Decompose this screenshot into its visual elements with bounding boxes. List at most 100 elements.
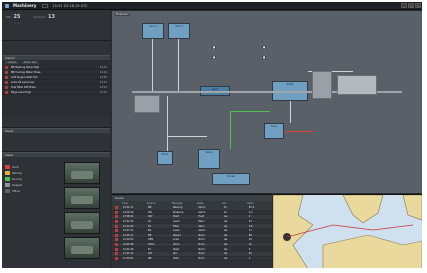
event-cell: Norm [198,247,205,251]
event-cell: 0 [248,247,251,251]
alarm-flow-line [284,131,314,132]
alarm-panel: Alarms Active Alarm List ME Bearing Temp… [2,55,110,117]
column-header[interactable]: Value [247,202,272,205]
alarm-indicator [5,90,8,94]
generator-2-box[interactable]: Gen 2 [168,23,190,39]
event-cell: 34 [248,220,252,224]
event-cell: Yes [223,229,228,233]
status-tag: ■ [262,46,267,49]
event-cell: 13:58:02 [122,215,134,219]
box-label: Cooler [226,175,236,178]
status-tag: ■ [212,46,217,49]
reduction-gear-block[interactable] [312,71,332,99]
legend-swatch [5,165,10,169]
running-flow-line [230,111,270,112]
workspace-dropdown[interactable] [42,3,49,8]
alarm-indicator [5,85,8,89]
main-engine-block[interactable] [134,95,160,113]
nautical-chart[interactable] [273,194,422,268]
views-pane: Views Alarm Warning Running Stopped Offl… [2,151,110,268]
alarm-text: Bilge Level High [11,90,32,94]
alarm-text: Lube Oil Level Low [11,80,35,84]
cooler-box[interactable]: Cooler [212,173,250,185]
tab-alarm-list[interactable]: Alarm List [20,61,40,64]
generator-1-box[interactable]: Gen 1 [142,23,164,39]
legend-label: Stopped [12,183,22,187]
event-cell: Temp [173,243,180,247]
camera-thumbnail[interactable] [64,187,100,209]
status-tag: ■ [262,56,267,59]
event-cell: Yes [223,247,228,251]
views-pane-header: Views [2,152,110,157]
event-cell: 13:12:09 [122,224,134,228]
land-mass-north [342,195,384,224]
event-cell: ST [147,247,151,251]
pump-box[interactable]: Pump [157,151,173,165]
event-state-indicator [115,247,118,251]
readout-label: Coolant [33,14,45,19]
app-title: Machinery [13,3,37,8]
event-cell: 13:41:55 [122,220,134,224]
alarm-indicator [5,75,8,79]
event-log-panel: Events Time Source Message State Ack Val… [112,194,272,268]
alarm-header-label: Alarms [5,56,15,60]
event-cell: Norm [198,252,205,256]
aft-engine-block[interactable] [337,75,377,95]
event-state-indicator [115,210,118,214]
box-label: Gen 2 [175,25,183,28]
diagram-title: Propulsion [115,13,130,16]
event-cell: LO [147,220,152,224]
tab-active-alarms[interactable]: Active [5,61,19,64]
camera-thumbnail[interactable] [64,162,100,184]
event-cell: 1.2 [248,210,253,214]
tank-box[interactable]: Tank [264,123,284,139]
camera-thumbnail[interactable] [64,212,100,234]
minimize-button[interactable]: _ [401,3,407,8]
camera-thumbnail[interactable] [64,237,100,259]
alarm-indicator [5,65,8,69]
close-button[interactable]: × [415,3,421,8]
event-cell: CW [147,210,152,214]
event-state-indicator [115,220,118,224]
event-cell: Yes [223,238,228,242]
event-cell: Yes [223,224,228,228]
event-cell: Start [173,256,179,260]
event-cell: HVAC [147,243,155,247]
legend-label: Alarm [12,165,20,169]
event-cell: 60 [248,252,252,256]
event-cell: 12:40:17 [122,233,134,237]
column-header[interactable]: Time [122,202,147,205]
alarm-row[interactable]: Bilge Level High 12:57 [2,90,110,95]
event-cell: 0 [248,256,251,260]
chart-drawing [273,195,422,268]
maximize-button[interactable]: □ [408,3,414,8]
event-cell: Fault [198,215,205,219]
alarm-text: Fuel Filter Diff Press [11,85,36,89]
readout-sub-row: — — [6,20,106,27]
connector-line [290,101,291,123]
event-cell: Alarm [198,229,206,233]
event-log-rows: 14:22:11 ME Bearing Alarm No 82.5 14:19:40 CW Pr… [112,206,272,262]
event-state-indicator [115,256,118,260]
event-state-indicator [115,238,118,242]
event-cell: Alarm [198,210,206,214]
column-header[interactable]: Ack [222,202,247,205]
valve-box[interactable]: Valve [198,149,220,169]
event-cell: Speed [173,233,181,237]
event-cell: ME [147,256,152,260]
readout-value: 13 [47,13,55,20]
connector-line [167,136,207,137]
event-cell: 11:20:02 [122,256,134,260]
event-cell: Start [173,215,179,219]
views-pane-title: Views [5,153,14,157]
column-header[interactable]: State [197,202,222,205]
column-header[interactable]: Source [147,202,172,205]
column-header[interactable]: Message [172,202,197,205]
event-row[interactable]: 11:20:02 ME Start Norm Yes 0 [112,256,272,262]
event-cell: Yes [223,256,228,260]
event-cell: Filter [173,224,180,228]
event-cell: Level [173,229,180,233]
event-cell: Pressure [173,210,184,214]
event-cell: BG [147,229,152,233]
event-cell: No [223,210,227,214]
